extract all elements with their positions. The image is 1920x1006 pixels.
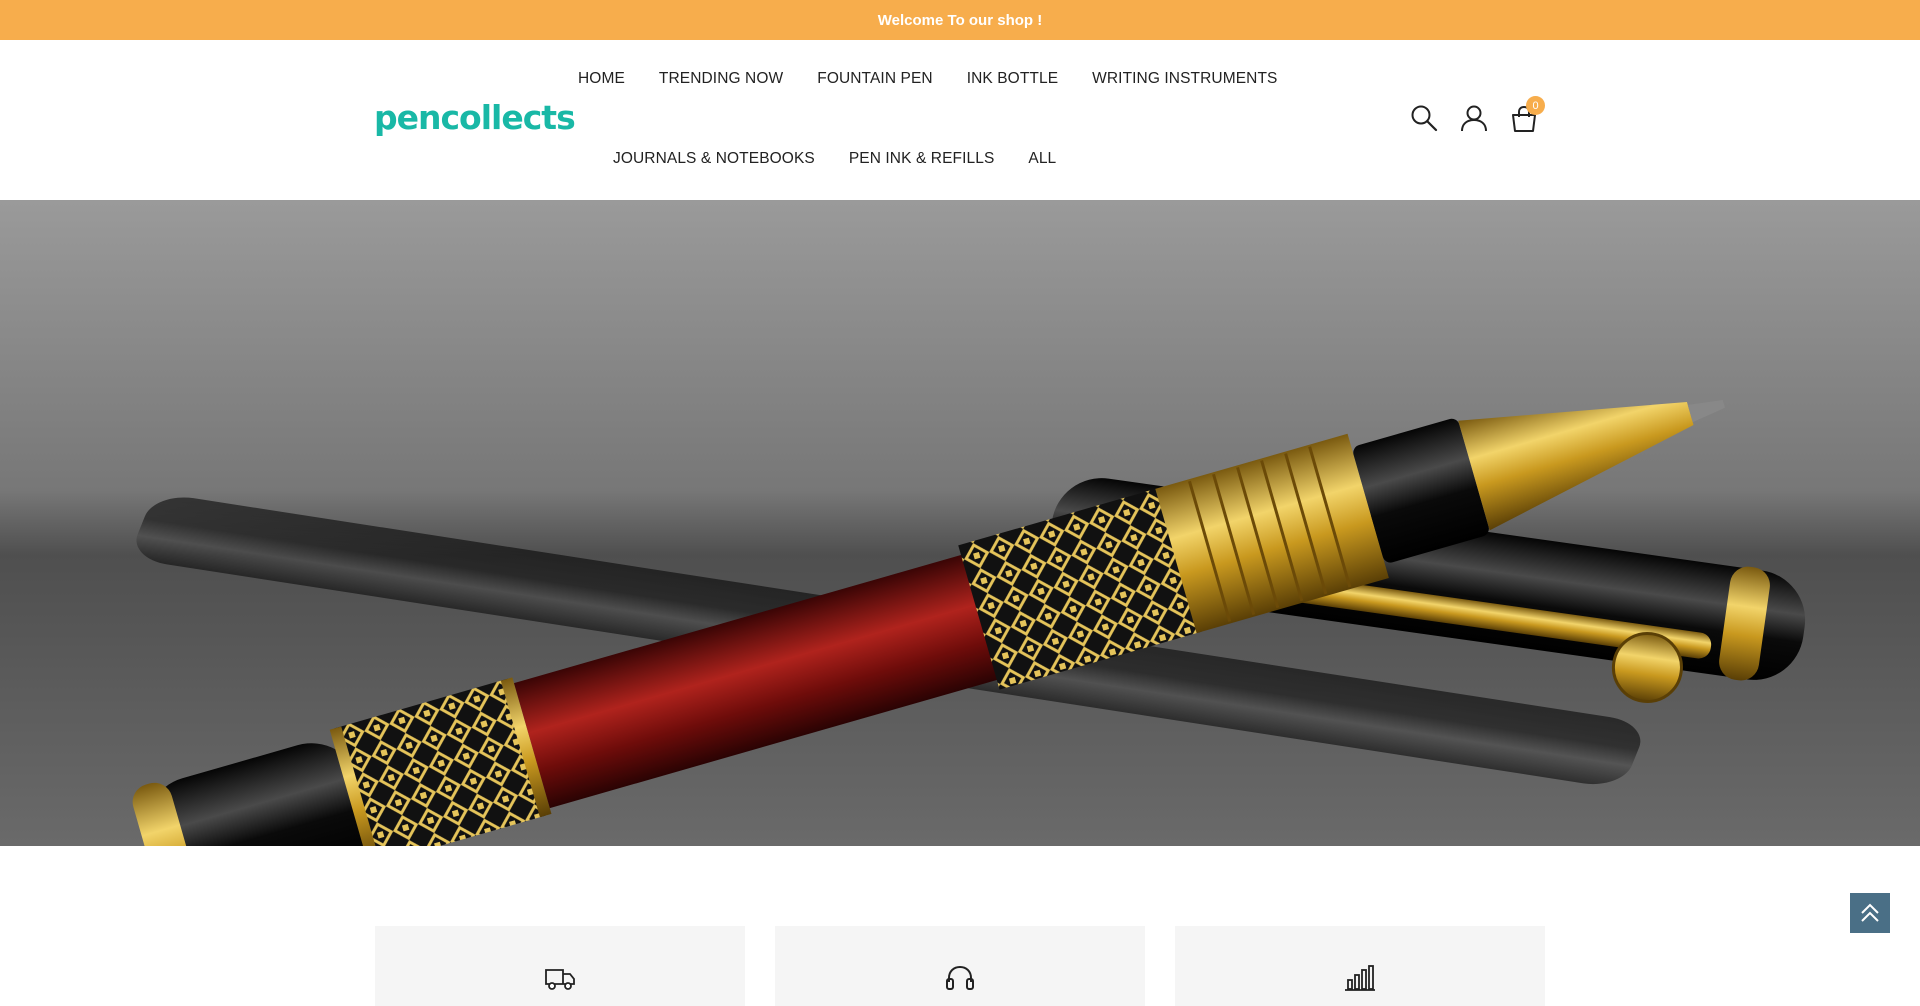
nav-all[interactable]: ALL [1011,150,1073,168]
double-chevron-up-icon [1861,903,1879,922]
shopping-bag-icon[interactable]: 0 [1510,96,1545,132]
header-actions: 0 [1410,96,1545,132]
nav-pen-ink-refills[interactable]: PEN INK & REFILLS [832,150,1012,168]
nav-writing-instruments[interactable]: WRITING INSTRUMENTS [1075,70,1294,88]
user-icon[interactable] [1460,104,1488,132]
nav-fountain-pen[interactable]: FOUNTAIN PEN [800,70,949,88]
nav-home[interactable]: HOME [561,70,642,88]
delivery-truck-icon [545,969,575,990]
feature-card-delivery [375,926,745,1006]
cart-count-badge: 0 [1526,96,1545,115]
scroll-to-top-button[interactable] [1850,893,1890,933]
feature-strip [375,926,1545,1006]
announcement-text: Welcome To our shop ! [877,11,1043,29]
feature-card-support [775,926,1145,1006]
hero-banner[interactable] [0,200,1920,846]
nav-journals-notebooks[interactable]: JOURNALS & NOTEBOOKS [596,150,832,168]
hero-pen-image [132,400,1806,846]
bar-chart-icon [1345,965,1375,991]
site-logo[interactable]: pencollects [374,98,576,137]
feature-card-stats [1175,926,1545,1006]
search-icon[interactable] [1410,104,1438,132]
site-header: pencollects HOME TRENDING NOW FOUNTAIN P… [0,40,1920,200]
headset-support-icon [946,965,974,990]
main-nav-row-2: JOURNALS & NOTEBOOKS PEN INK & REFILLS A… [596,150,1073,168]
nav-trending-now[interactable]: TRENDING NOW [642,70,800,88]
nav-ink-bottle[interactable]: INK BOTTLE [950,70,1075,88]
main-nav-row-1: HOME TRENDING NOW FOUNTAIN PEN INK BOTTL… [561,70,1294,88]
announcement-bar: Welcome To our shop ! [0,0,1920,40]
